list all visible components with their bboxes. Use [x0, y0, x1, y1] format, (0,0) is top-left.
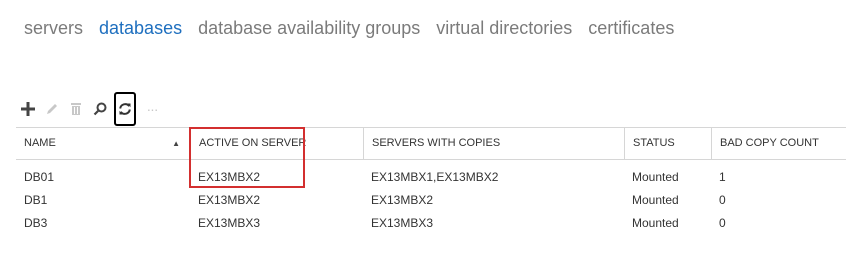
- tab-database-availability-groups[interactable]: database availability groups: [198, 18, 420, 39]
- column-header-bad-copy-count[interactable]: BAD COPY COUNT: [711, 128, 846, 159]
- cell-active-on-server: EX13MBX3: [198, 216, 261, 230]
- refresh-icon: [119, 103, 131, 115]
- edit-icon: [47, 104, 57, 114]
- column-header-label: SERVERS WITH COPIES: [372, 137, 501, 149]
- sort-ascending-icon: ▲: [172, 139, 180, 148]
- tab-bar: servers databases database availability …: [24, 18, 674, 39]
- toolbar: ···: [16, 92, 164, 126]
- tab-virtual-directories[interactable]: virtual directories: [436, 18, 572, 39]
- cell-name: DB01: [24, 170, 55, 184]
- column-header-status[interactable]: STATUS: [624, 128, 711, 159]
- cell-servers-with-copies: EX13MBX2: [371, 193, 434, 207]
- search-icon: [93, 102, 107, 116]
- tab-certificates[interactable]: certificates: [588, 18, 674, 39]
- table-row[interactable]: DB01 EX13MBX2 EX13MBX1,EX13MBX2 Mounted …: [16, 166, 846, 189]
- table-row[interactable]: DB3 EX13MBX3 EX13MBX3 Mounted 0: [16, 212, 846, 235]
- cell-active-on-server: EX13MBX2: [198, 193, 261, 207]
- delete-icon: [71, 103, 81, 115]
- cell-name: DB3: [24, 216, 48, 230]
- search-button[interactable]: [88, 97, 112, 121]
- cell-bad-copy-count: 0: [719, 216, 726, 230]
- column-header-label: BAD COPY COUNT: [720, 137, 819, 149]
- cell-servers-with-copies: EX13MBX1,EX13MBX2: [371, 170, 499, 184]
- refresh-button[interactable]: [114, 92, 136, 126]
- cell-servers-with-copies: EX13MBX3: [371, 216, 434, 230]
- delete-button[interactable]: [64, 97, 88, 121]
- cell-active-on-server: EX13MBX2: [198, 170, 261, 184]
- column-header-label: NAME: [24, 137, 56, 149]
- column-header-label: STATUS: [633, 137, 675, 149]
- column-header-label: ACTIVE ON SERVER: [199, 137, 307, 149]
- more-options-button[interactable]: ···: [140, 97, 164, 121]
- add-icon: [21, 102, 35, 116]
- tab-servers[interactable]: servers: [24, 18, 83, 39]
- column-header-servers-with-copies[interactable]: SERVERS WITH COPIES: [363, 128, 624, 159]
- column-header-active-on-server[interactable]: ACTIVE ON SERVER: [190, 128, 363, 159]
- edit-button[interactable]: [40, 97, 64, 121]
- databases-table: NAME ▲ ACTIVE ON SERVER SERVERS WITH COP…: [16, 127, 846, 235]
- cell-name: DB1: [24, 193, 48, 207]
- tab-databases[interactable]: databases: [99, 18, 182, 39]
- more-icon: ···: [146, 101, 159, 117]
- cell-status: Mounted: [632, 193, 679, 207]
- table-header: NAME ▲ ACTIVE ON SERVER SERVERS WITH COP…: [16, 127, 846, 160]
- cell-status: Mounted: [632, 216, 679, 230]
- cell-bad-copy-count: 0: [719, 193, 726, 207]
- column-header-name[interactable]: NAME ▲: [16, 128, 190, 159]
- add-button[interactable]: [16, 97, 40, 121]
- cell-bad-copy-count: 1: [719, 170, 726, 184]
- cell-status: Mounted: [632, 170, 679, 184]
- table-row[interactable]: DB1 EX13MBX2 EX13MBX2 Mounted 0: [16, 189, 846, 212]
